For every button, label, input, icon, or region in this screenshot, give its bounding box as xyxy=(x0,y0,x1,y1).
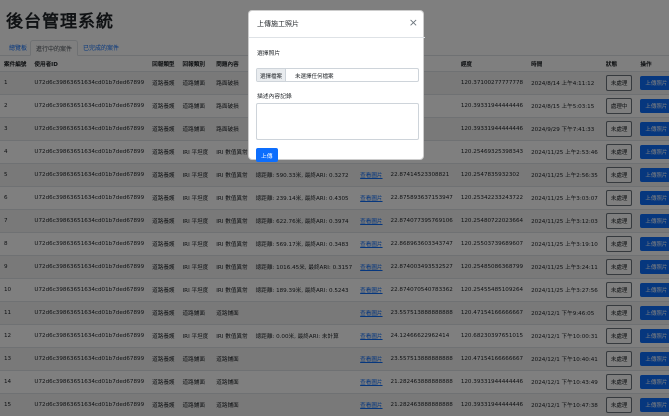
description-label: 描述內容記錄 xyxy=(257,94,292,100)
upload-submit-button[interactable]: 上傳 xyxy=(256,148,278,162)
modal-header: 上傳施工照片 × xyxy=(249,11,425,38)
admin-page: 後台管理系統 總覽板 進行中的案件 已完成的案件 案件編號 使用者ID 回報類型… xyxy=(0,0,669,416)
description-textarea[interactable] xyxy=(256,103,419,140)
file-label: 選擇照片 xyxy=(257,51,281,57)
file-input[interactable]: 選擇檔案 未選擇任何檔案 xyxy=(256,68,419,82)
file-status-text: 未選擇任何檔案 xyxy=(295,74,334,80)
close-icon[interactable]: × xyxy=(409,16,418,29)
upload-photo-modal: 上傳施工照片 × 選擇照片 選擇檔案 未選擇任何檔案 描述內容記錄 上傳 xyxy=(248,10,425,162)
modal-title: 上傳施工照片 xyxy=(257,20,299,28)
choose-file-button[interactable]: 選擇檔案 xyxy=(257,69,287,81)
